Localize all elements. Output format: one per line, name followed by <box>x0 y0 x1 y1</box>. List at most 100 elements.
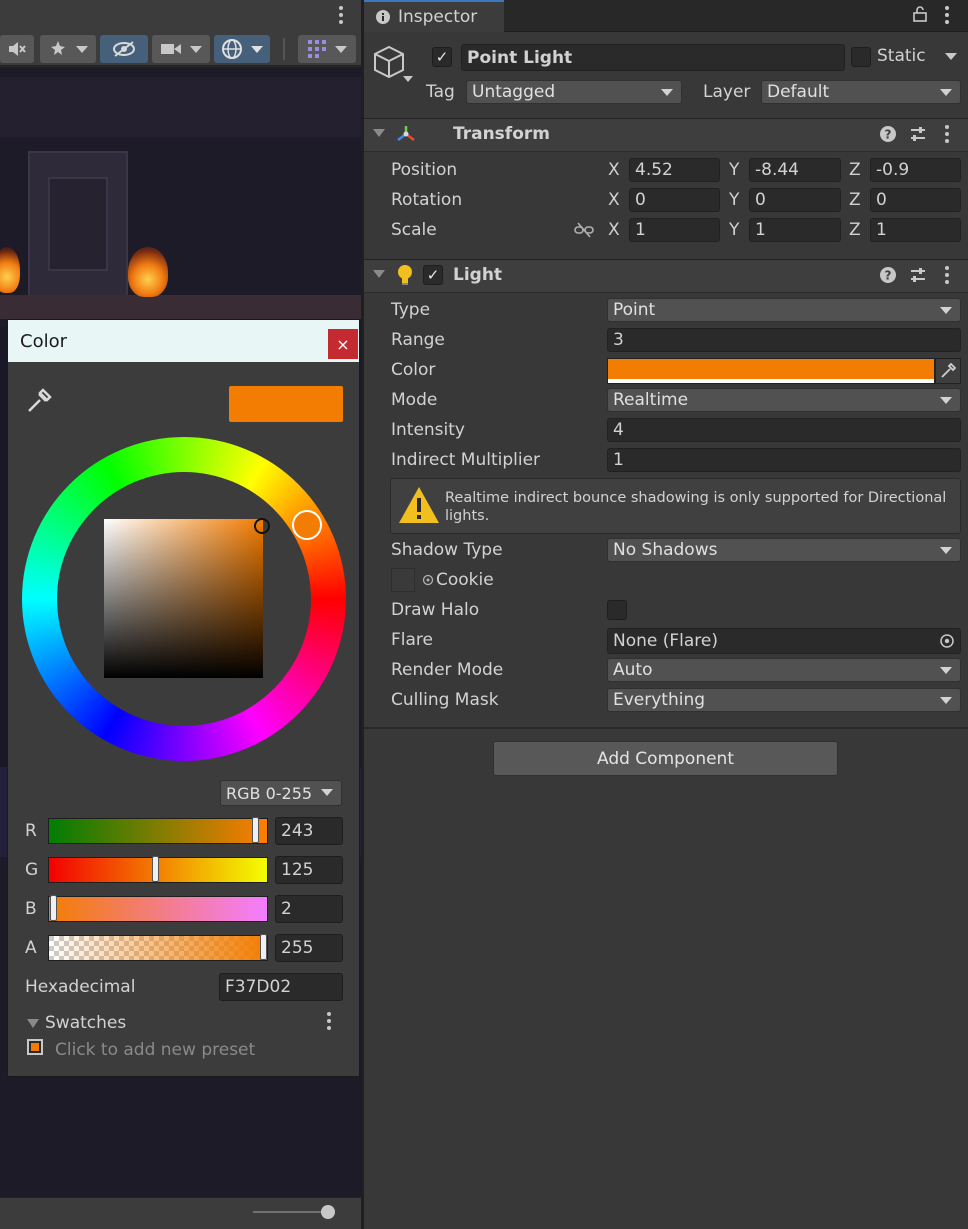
chevron-down-icon <box>940 397 952 404</box>
rotation-x-field[interactable]: 0 <box>629 188 720 212</box>
kebab-icon[interactable] <box>945 6 949 27</box>
axis-x-label[interactable]: X <box>608 160 620 180</box>
color-field[interactable] <box>607 358 935 384</box>
add-component-button[interactable]: Add Component <box>493 741 838 776</box>
help-icon[interactable]: ? <box>880 126 896 142</box>
culling-mask-dropdown[interactable]: Everything <box>607 688 961 712</box>
eyedropper-button[interactable] <box>935 358 961 384</box>
foldout-arrow-icon[interactable] <box>373 129 385 137</box>
eyedropper-icon[interactable] <box>26 388 52 414</box>
grid-button[interactable] <box>298 35 356 63</box>
axis-x-label[interactable]: X <box>608 220 620 240</box>
position-x-field[interactable]: 4.52 <box>629 158 720 182</box>
transform-icon <box>397 126 415 141</box>
static-checkbox[interactable] <box>851 47 871 67</box>
g-slider[interactable] <box>48 856 268 883</box>
kebab-icon[interactable] <box>339 6 343 27</box>
shadow-type-dropdown[interactable]: No Shadows <box>607 538 961 562</box>
light-enabled-checkbox[interactable]: ✓ <box>423 265 443 285</box>
r-label: R <box>25 821 37 841</box>
a-field[interactable]: 255 <box>275 934 343 962</box>
type-dropdown[interactable]: Point <box>607 298 961 322</box>
constrain-proportions-icon[interactable] <box>574 222 594 238</box>
r-slider[interactable] <box>48 817 268 844</box>
scale-x-field[interactable]: 1 <box>629 218 720 242</box>
chevron-down-icon[interactable] <box>403 76 413 82</box>
active-checkbox[interactable]: ✓ <box>432 47 452 67</box>
swatches-label[interactable]: Swatches <box>45 1013 126 1033</box>
object-picker-icon[interactable] <box>940 634 954 648</box>
effects-button[interactable] <box>40 35 96 63</box>
tab-inspector[interactable]: Inspector <box>364 0 504 32</box>
zoom-slider-thumb[interactable] <box>321 1205 335 1219</box>
render-mode-dropdown[interactable]: Auto <box>607 658 961 682</box>
intensity-field[interactable]: 4 <box>607 418 961 442</box>
position-y-field[interactable]: -8.44 <box>749 158 841 182</box>
a-slider-handle[interactable] <box>260 934 267 960</box>
saturation-value-handle[interactable] <box>254 518 270 534</box>
b-slider[interactable] <box>48 895 268 922</box>
axis-z-label[interactable]: Z <box>849 220 861 240</box>
kebab-icon[interactable] <box>327 1012 331 1033</box>
layer-dropdown[interactable]: Default <box>761 80 961 104</box>
preset-icon[interactable] <box>909 267 927 283</box>
scale-z-field[interactable]: 1 <box>870 218 961 242</box>
hexadecimal-field[interactable]: F37D02 <box>219 973 343 1001</box>
b-slider-handle[interactable] <box>50 895 57 921</box>
foldout-arrow-icon[interactable] <box>27 1019 39 1028</box>
warning-icon <box>399 487 439 523</box>
axis-y-label[interactable]: Y <box>729 190 739 210</box>
zoom-slider-track[interactable] <box>253 1211 331 1213</box>
tab-label: Inspector <box>398 7 478 27</box>
a-slider[interactable] <box>48 934 268 961</box>
range-field[interactable]: 3 <box>607 328 961 352</box>
r-slider-handle[interactable] <box>252 817 259 843</box>
foldout-arrow-icon[interactable] <box>373 270 385 278</box>
axis-z-label[interactable]: Z <box>849 190 861 210</box>
gizmos-button[interactable] <box>214 35 270 63</box>
indirect-multiplier-field[interactable]: 1 <box>607 448 961 472</box>
light-bulb-icon <box>398 265 412 285</box>
visibility-toggle[interactable] <box>100 35 148 63</box>
hue-wheel-handle[interactable] <box>292 510 322 540</box>
svg-text:?: ? <box>885 128 892 142</box>
flare-field[interactable]: None (Flare) <box>607 628 961 654</box>
close-icon: × <box>336 334 350 354</box>
help-icon[interactable]: ? <box>880 267 896 283</box>
object-name-field[interactable]: Point Light <box>461 44 845 71</box>
cookie-texture-slot[interactable] <box>391 568 415 592</box>
lock-icon[interactable] <box>913 6 927 22</box>
camera-button[interactable] <box>152 35 210 63</box>
rotation-y-field[interactable]: 0 <box>749 188 841 212</box>
axis-z-label[interactable]: Z <box>849 160 861 180</box>
chevron-down-icon[interactable] <box>945 53 957 60</box>
torch-flame <box>128 247 168 297</box>
visibility-icon <box>113 41 135 57</box>
kebab-icon[interactable] <box>945 125 949 146</box>
preset-icon[interactable] <box>909 126 927 142</box>
color-label: Color <box>391 360 436 380</box>
axis-y-label[interactable]: Y <box>729 160 739 180</box>
saturation-value-square[interactable] <box>104 519 263 678</box>
position-z-field[interactable]: -0.9 <box>870 158 961 182</box>
b-field[interactable]: 2 <box>275 895 343 923</box>
tag-dropdown[interactable]: Untagged <box>466 80 682 104</box>
grid-icon <box>308 40 326 58</box>
r-field[interactable]: 243 <box>275 817 343 845</box>
add-preset-hint[interactable]: Click to add new preset <box>55 1040 255 1060</box>
preset-swatch[interactable] <box>27 1039 43 1055</box>
g-field[interactable]: 125 <box>275 856 343 884</box>
scale-y-field[interactable]: 1 <box>749 218 841 242</box>
axis-x-label[interactable]: X <box>608 190 620 210</box>
color-picker-titlebar[interactable]: Color <box>8 320 359 362</box>
axis-y-label[interactable]: Y <box>729 220 739 240</box>
mode-dropdown[interactable]: Realtime <box>607 388 961 412</box>
color-mode-value: RGB 0-255 <box>226 783 313 803</box>
rotation-z-field[interactable]: 0 <box>870 188 961 212</box>
audio-mute-button[interactable] <box>0 35 34 63</box>
kebab-icon[interactable] <box>945 266 949 287</box>
close-button[interactable]: × <box>328 329 358 359</box>
g-slider-handle[interactable] <box>152 856 159 882</box>
draw-halo-checkbox[interactable] <box>607 600 627 620</box>
color-mode-dropdown[interactable]: RGB 0-255 <box>220 780 342 806</box>
